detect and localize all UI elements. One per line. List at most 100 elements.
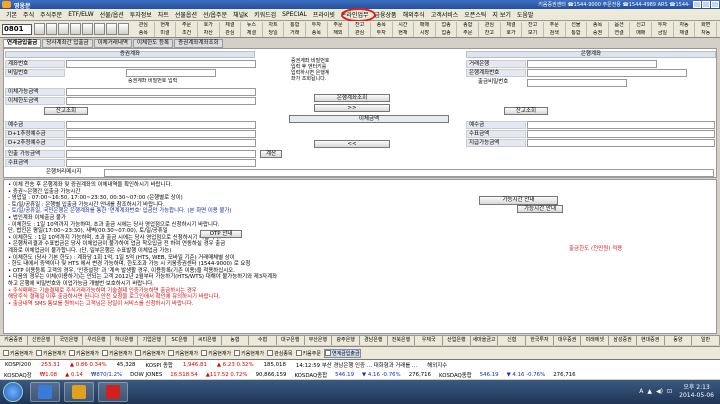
quick-menu-item[interactable]: 투자 [371,29,393,37]
account-select[interactable] [66,60,256,68]
menu-item[interactable]: 선/옵주문 [200,10,230,19]
window-checkbox-icon[interactable] [3,350,9,356]
tab-item[interactable]: 연계금입출금 [3,39,42,48]
quick-menu-item[interactable]: 현재 [155,22,177,30]
close-button[interactable] [711,1,719,8]
window-checkbox-icon[interactable] [201,350,208,356]
password-field[interactable] [126,69,216,77]
bank-shortcut[interactable]: 대구은행 [277,336,305,345]
quick-menu-item[interactable]: 조건 [176,29,198,37]
bank-shortcut[interactable]: 키움증권 [0,336,28,345]
tool-icon[interactable] [34,23,45,35]
menu-item[interactable]: 투자정보 [127,10,155,19]
quick-menu-item[interactable]: 체결 [674,29,696,37]
quick-menu-item[interactable]: 체결 [220,22,242,30]
menu-item[interactable]: 선물옵션 [172,10,200,19]
quick-menu-item[interactable]: 주문 [328,22,350,30]
bank-password-field[interactable] [527,79,627,87]
quick-menu-item[interactable]: 호가 [198,22,220,30]
transfer-amount-field[interactable]: 이체금액 [289,115,449,123]
quick-menu-item[interactable]: 당일 [263,29,285,37]
tab-item[interactable]: 당사계좌간 입출금 [42,39,93,48]
quick-menu-item[interactable]: 종목 [371,22,393,30]
window-checkbox-icon[interactable] [69,350,76,356]
quick-menu-item[interactable]: 연결 [609,29,631,37]
quick-menu-item[interactable]: 선물 [566,22,588,30]
bank-shortcut[interactable]: 동양 [665,336,693,345]
quick-menu-item[interactable]: 체결 [501,22,523,30]
bank-shortcut[interactable]: 일반 [692,336,720,345]
bank-shortcut[interactable]: 수협 [249,336,277,345]
window-tab[interactable]: 키움현재가 [201,350,231,357]
window-checkbox-icon[interactable] [295,350,302,356]
menu-item[interactable]: 고객서비스 [428,10,462,19]
quick-menu-item[interactable]: 시간 [393,22,415,30]
window-tab[interactable]: 키움현재가 [234,350,264,357]
menu-item[interactable]: 채널K [230,10,251,19]
bank-shortcut[interactable]: 경남은행 [360,336,388,345]
menu-item[interactable]: 프라이빗 [310,10,338,19]
quick-menu-item[interactable]: 종합 [457,22,480,30]
quick-menu-item[interactable]: 차트 [263,22,285,30]
maximize-button[interactable] [702,1,710,8]
bank-name-select[interactable] [527,60,657,68]
quick-menu-item[interactable]: 자산 [198,29,220,37]
window-tab[interactable]: 키움현재가 [135,350,165,357]
start-button[interactable] [3,382,23,402]
quick-menu-item[interactable]: 호가 [501,29,523,37]
calc-button[interactable]: 계산 [260,150,282,158]
tray-icon[interactable]: ▲ [647,388,652,395]
window-tab[interactable]: 키움현재가 [69,350,99,357]
bank-shortcut[interactable]: 농협 [222,336,250,345]
quick-menu-item[interactable]: 투자 [652,22,674,30]
tool-icon[interactable] [70,23,81,35]
quick-menu-item[interactable]: 관심 [479,22,501,30]
bank-shortcut[interactable]: 현대증권 [637,336,665,345]
quick-menu-item[interactable]: 매매 [630,29,653,37]
menu-item[interactable]: 차트 [155,10,172,19]
window-checkbox-icon[interactable] [135,350,142,356]
quick-menu-item[interactable]: 통합 [284,22,307,30]
quick-menu-item[interactable]: 주문 [176,22,198,30]
quick-menu-item[interactable]: 매매 [414,22,436,30]
available-time-button-2[interactable]: 가능시간 안내 [517,205,563,213]
tray-icon[interactable]: A [639,388,643,395]
taskbar-app[interactable] [64,382,94,402]
window-tab[interactable]: 키움현재가 [3,350,33,357]
tool-icon[interactable] [46,23,57,35]
window-tab[interactable]: 키움주문 [295,350,321,357]
quick-menu-item[interactable]: 시장 [414,29,436,37]
quick-menu-item[interactable]: 주문 [457,29,480,37]
quick-menu-item[interactable]: 통합 [566,29,588,37]
quick-menu-item[interactable]: 투자 [306,22,328,30]
transfer-right-button[interactable]: >> [314,104,390,112]
menu-item[interactable]: 오픈스틱 [461,10,489,19]
quick-menu-item[interactable]: 화면 [695,22,717,30]
bank-shortcut[interactable]: 씨티은행 [194,336,222,345]
window-tab[interactable]: 키움현재가 [168,350,198,357]
quick-menu-item[interactable]: 현재 [393,29,415,37]
menu-item[interactable]: 해외주식 [400,10,428,19]
bank-shortcut[interactable]: 미래에셋 [581,336,610,345]
quick-menu-item[interactable]: 옵션 [609,22,631,30]
window-tab[interactable]: 관심종목 [267,350,293,357]
menu-item[interactable]: SPECIAL [279,11,310,18]
quick-menu-item[interactable]: 종목 [306,29,328,37]
bank-account-field[interactable] [527,69,687,77]
quick-menu-item[interactable]: 거래 [284,29,307,37]
menu-item[interactable]: 주식주문 [37,10,65,19]
window-checkbox-icon[interactable] [36,350,43,356]
quick-menu-item[interactable]: 검색 [544,29,566,37]
bank-shortcut[interactable]: SC은행 [166,336,194,345]
menu-item[interactable]: 키워드검 [251,10,279,19]
quick-menu-item[interactable]: 관심 [349,29,371,37]
menu-item[interactable]: 지 보기 [489,10,513,19]
window-checkbox-icon[interactable] [324,350,331,356]
bank-balance-query-button[interactable]: 잔고조회 [504,107,548,115]
tab-item[interactable]: 증권계좌계좌조회 [174,39,223,48]
quick-menu-item[interactable]: 관심 [133,22,155,30]
minimize-button[interactable] [693,1,701,8]
bank-shortcut[interactable]: 전북은행 [388,336,416,345]
quick-menu-item[interactable]: 자동 [674,22,696,30]
tray-icon[interactable]: ⊡ [667,388,672,395]
